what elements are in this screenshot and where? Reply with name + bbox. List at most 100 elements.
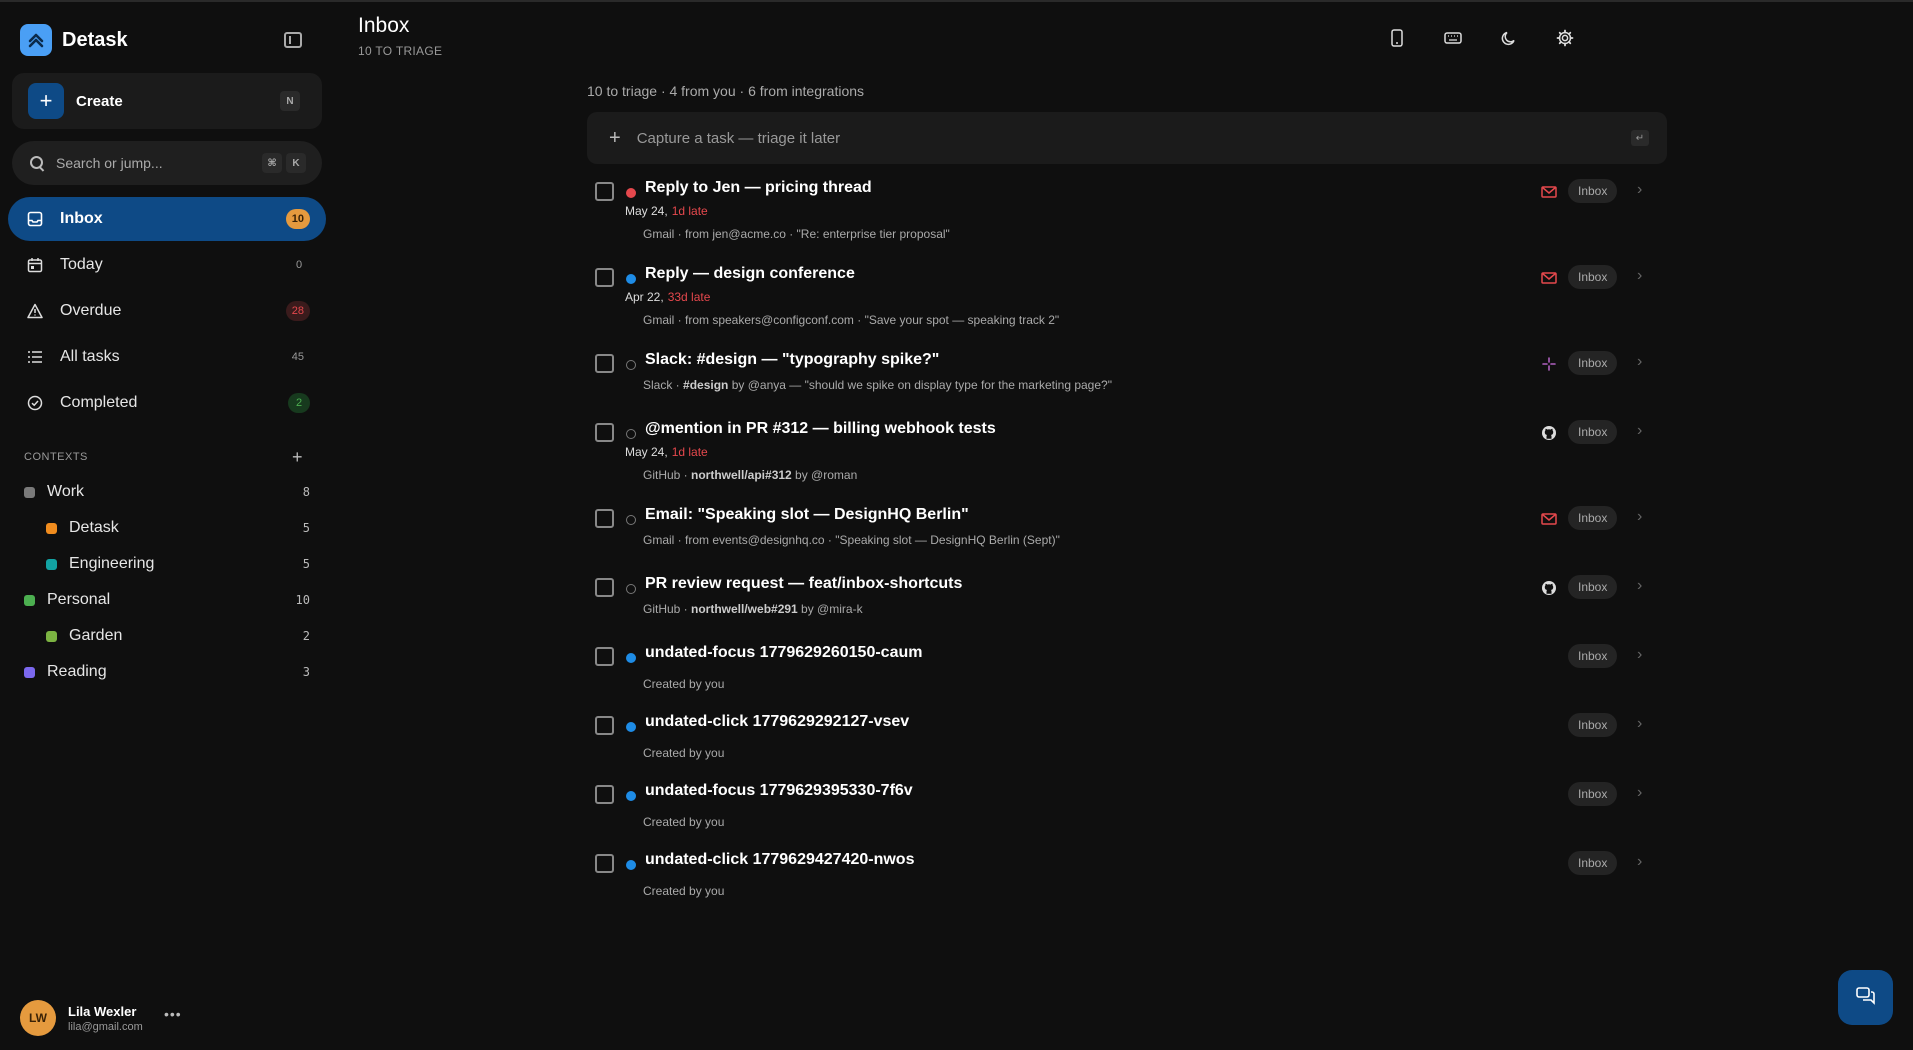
status-badge[interactable]: Inbox [1568, 420, 1618, 444]
chevron-right-icon[interactable]: › [1637, 577, 1642, 595]
task-title[interactable]: Slack: #design — "typography spike?" [645, 351, 939, 369]
task-checkbox[interactable] [595, 354, 614, 373]
context-count: 8 [302, 485, 310, 499]
task-checkbox[interactable] [595, 785, 614, 804]
sidebar-item-completed[interactable]: Completed 2 [8, 381, 326, 425]
app-name: Detask [62, 28, 128, 51]
task-checkbox[interactable] [595, 647, 614, 666]
status-badge[interactable]: Inbox [1568, 575, 1618, 599]
task-row[interactable]: undated-focus 1779629260150-caum Created … [587, 644, 1667, 707]
task-row[interactable]: @mention in PR #312 — billing webhook te… [587, 420, 1667, 483]
keyboard-icon[interactable] [1441, 26, 1465, 50]
context-item-reading[interactable]: Reading 3 [0, 654, 334, 690]
task-checkbox[interactable] [595, 854, 614, 873]
chevron-right-icon[interactable]: › [1637, 353, 1642, 371]
meta-prefix: Created by you [643, 884, 725, 898]
chevron-right-icon[interactable]: › [1637, 267, 1642, 285]
add-context-plus-icon[interactable]: + [292, 447, 303, 468]
moon-icon[interactable] [1497, 26, 1521, 50]
task-row[interactable]: undated-focus 1779629395330-7f6v Created … [587, 782, 1667, 845]
double-chevron-up-icon [20, 24, 52, 56]
contexts-heading: CONTEXTS [24, 451, 88, 463]
context-label: Detask [69, 519, 119, 536]
chevron-right-icon[interactable]: › [1637, 784, 1642, 802]
status-badge[interactable]: Inbox [1568, 713, 1618, 737]
task-checkbox[interactable] [595, 716, 614, 735]
task-title[interactable]: Email: "Speaking slot — DesignHQ Berlin" [645, 506, 969, 524]
task-checkbox[interactable] [595, 182, 614, 201]
chevron-right-icon[interactable]: › [1637, 646, 1642, 664]
user-name: Lila Wexler [68, 1003, 137, 1019]
context-item-engineering[interactable]: Engineering 5 [0, 546, 334, 582]
chevron-right-icon[interactable]: › [1637, 853, 1642, 871]
meta-repo: northwell/api#312 [691, 468, 792, 482]
status-badge[interactable]: Inbox [1568, 506, 1618, 530]
chat-button[interactable] [1838, 970, 1893, 1025]
task-source-meta: Gmail · from speakers@configconf.com · "… [643, 313, 1059, 327]
task-checkbox[interactable] [595, 509, 614, 528]
list-icon [26, 348, 44, 366]
search-bar[interactable]: ⌘ K [12, 141, 322, 185]
create-shortcut: N [280, 91, 300, 111]
task-row[interactable]: undated-click 1779629292127-vsev Created … [587, 713, 1667, 776]
task-checkbox[interactable] [595, 423, 614, 442]
context-item-work[interactable]: Work 8 [0, 474, 334, 510]
completed-count-badge: 2 [288, 393, 310, 413]
status-badge[interactable]: Inbox [1568, 265, 1618, 289]
sidebar-item-inbox[interactable]: Inbox 10 [8, 197, 326, 241]
task-row[interactable]: undated-click 1779629427420-nwos Created … [587, 851, 1667, 914]
task-title[interactable]: undated-focus 1779629395330-7f6v [645, 782, 913, 800]
task-row[interactable]: PR review request — feat/inbox-shortcuts… [587, 575, 1667, 638]
task-title[interactable]: @mention in PR #312 — billing webhook te… [645, 420, 996, 438]
context-item-personal[interactable]: Personal 10 [0, 582, 334, 618]
chevron-right-icon[interactable]: › [1637, 715, 1642, 733]
more-horizontal-icon[interactable]: ••• [164, 1006, 182, 1022]
chevron-right-icon[interactable]: › [1637, 181, 1642, 199]
task-checkbox[interactable] [595, 578, 614, 597]
user-profile[interactable]: LW Lila Wexler lila@gmail.com ••• [20, 1000, 181, 1036]
sidebar-item-overdue[interactable]: Overdue 28 [8, 289, 326, 333]
chevron-right-icon[interactable]: › [1637, 508, 1642, 526]
status-badge[interactable]: Inbox [1568, 644, 1618, 668]
sidebar-item-label: Overdue [60, 302, 122, 319]
meta-suffix: by @roman [791, 468, 858, 482]
inbox-icon [26, 210, 44, 228]
context-count: 10 [295, 593, 310, 607]
sidebar-item-today[interactable]: Today 0 [8, 243, 326, 287]
task-title[interactable]: undated-focus 1779629260150-caum [645, 644, 922, 662]
warning-icon [26, 302, 44, 320]
status-badge[interactable]: Inbox [1568, 851, 1618, 875]
status-badge[interactable]: Inbox [1568, 782, 1618, 806]
phone-icon[interactable] [1385, 26, 1409, 50]
create-button[interactable]: + Create N [12, 73, 322, 129]
plus-icon: + [609, 126, 621, 149]
task-row[interactable]: Slack: #design — "typography spike?" Slac… [587, 351, 1667, 414]
priority-dot [626, 429, 636, 439]
brand[interactable]: Detask [20, 24, 128, 56]
capture-input[interactable] [636, 129, 1537, 147]
task-row[interactable]: Reply — design conference Apr 22, 33d late… [587, 265, 1667, 328]
status-badge[interactable]: Inbox [1568, 351, 1618, 375]
chat-icon [1855, 987, 1876, 1008]
task-title[interactable]: undated-click 1779629292127-vsev [645, 713, 909, 731]
status-badge[interactable]: Inbox [1568, 179, 1618, 203]
sidebar-item-label: All tasks [60, 348, 120, 365]
sidebar-collapse-icon[interactable] [284, 32, 302, 48]
task-title[interactable]: Reply — design conference [645, 265, 855, 283]
capture-bar[interactable]: + ↵ [587, 112, 1667, 164]
gear-icon[interactable] [1553, 26, 1577, 50]
context-item-garden[interactable]: Garden 2 [0, 618, 334, 654]
context-count: 5 [302, 521, 310, 535]
task-row[interactable]: Email: "Speaking slot — DesignHQ Berlin"… [587, 506, 1667, 569]
context-item-detask[interactable]: Detask 5 [0, 510, 334, 546]
meta-repo: northwell/web#291 [691, 602, 798, 616]
task-checkbox[interactable] [595, 268, 614, 287]
task-row[interactable]: Reply to Jen — pricing thread May 24, 1d l… [587, 179, 1667, 242]
context-label: Garden [69, 627, 123, 644]
chevron-right-icon[interactable]: › [1637, 422, 1642, 440]
task-title[interactable]: PR review request — feat/inbox-shortcuts [645, 575, 962, 593]
task-title[interactable]: Reply to Jen — pricing thread [645, 179, 872, 197]
sidebar-item-all-tasks[interactable]: All tasks 45 [8, 335, 326, 379]
task-title[interactable]: undated-click 1779629427420-nwos [645, 851, 914, 869]
search-input[interactable] [56, 155, 246, 171]
